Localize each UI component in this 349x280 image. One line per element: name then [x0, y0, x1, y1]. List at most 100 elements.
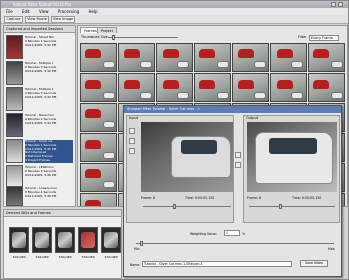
sessions-panel: Captured and Imported Sessions Tutorial …	[3, 25, 76, 207]
session-item[interactable]: Tutorial - Bank.mov 0 Minutes 2 Seconds …	[6, 113, 73, 137]
menu-edit[interactable]: Edit	[22, 9, 30, 14]
slider-knob[interactable]	[173, 204, 176, 209]
frame-thumbnail[interactable]	[80, 103, 117, 132]
tab-bar: Frames Project	[78, 26, 347, 33]
frame-thumbnail[interactable]	[232, 73, 269, 102]
frame-thumbnail[interactable]	[308, 43, 345, 72]
name-label: Name	[130, 263, 140, 267]
sessions-header: Captured and Imported Sessions	[4, 26, 75, 33]
frame-thumbnail[interactable]	[232, 43, 269, 72]
still-thumbnail[interactable]	[101, 227, 121, 253]
weighting-label: Weighting Value:	[190, 232, 217, 236]
session-item[interactable]: Tutorial - Multiple I 0 Minutes 0 Second…	[6, 61, 73, 85]
still-size: 720x480	[12, 255, 26, 259]
output-time: Time: 0:00:00.150	[292, 196, 322, 200]
frame-thumbnail[interactable]	[80, 163, 117, 192]
weighting-min: Min	[134, 247, 140, 251]
session-item[interactable]: Tutorial - Lowers.mov 0 Minutes 4 Second…	[6, 186, 73, 206]
session-thumbnail	[6, 61, 23, 85]
crop-icon[interactable]	[129, 148, 135, 154]
frame-thumbnail[interactable]	[194, 73, 231, 102]
zoom-icon[interactable]	[129, 128, 135, 134]
menu-help[interactable]: Help	[88, 9, 97, 14]
weighting-slider[interactable]	[136, 241, 334, 246]
dialog-title: Sharpen Filter Tutorial - Silver Car.mov…	[124, 106, 341, 113]
close-icon[interactable]	[338, 2, 343, 7]
view-movie-button[interactable]: View Movie	[25, 16, 49, 23]
input-panel: Input Frame: 8 Time: 0:00:00.150	[126, 115, 234, 223]
frame-thumbnail[interactable]	[118, 43, 155, 72]
still-size: 720x480	[58, 255, 72, 259]
capture-button[interactable]: Capture	[4, 16, 23, 23]
session-thumbnail	[6, 186, 23, 206]
session-info: Tutorial - Silver Ca 0 Minutes 1 Seconds…	[25, 139, 73, 163]
still-size: 720x480	[81, 255, 95, 259]
session-thumbnail	[6, 113, 23, 137]
frame-thumbnail[interactable]	[80, 133, 117, 162]
session-item-selected[interactable]: Tutorial - Silver Ca 0 Minutes 1 Seconds…	[6, 139, 73, 163]
output-panel: Output Frame: 8 Time: 0:00:00.150	[243, 115, 340, 223]
output-image[interactable]	[247, 122, 337, 192]
weighting-input[interactable]: 1	[224, 230, 240, 236]
session-info: Tutorial - Bank.mov 0 Minutes 2 Seconds …	[25, 113, 57, 125]
filter-label: Filter	[298, 35, 307, 39]
filter-select[interactable]: Every Frame	[309, 35, 339, 41]
input-image[interactable]	[141, 122, 233, 192]
frame-thumbnail[interactable]	[80, 43, 117, 72]
session-info: Tutorial - Street Nin 0 Minutes 1 Second…	[25, 35, 57, 47]
frames-controls: Thumbnail Size Filter Every Frame	[78, 33, 347, 42]
menu-processing[interactable]: Processing	[58, 9, 79, 14]
menu-file[interactable]: File	[6, 9, 13, 14]
frame-thumbnail[interactable]	[80, 73, 117, 102]
arrow-left-icon[interactable]	[235, 162, 241, 168]
session-item[interactable]: Tutorial - Street Nin 0 Minutes 1 Second…	[6, 35, 73, 59]
output-label: Output	[246, 116, 259, 120]
menu-view[interactable]: View	[39, 9, 49, 14]
session-thumbnail	[6, 35, 23, 59]
slider-knob[interactable]	[279, 204, 282, 209]
session-thumbnail	[6, 139, 23, 163]
still-size: 720x480	[104, 255, 118, 259]
weighting-max: Max	[328, 247, 335, 251]
weighting-unit: %	[242, 232, 246, 236]
stills-panel: Derived Stills and Frames 720x480 720x48…	[3, 209, 122, 279]
slider-knob[interactable]	[112, 35, 115, 40]
output-frame-number: Frame: 8	[247, 196, 262, 200]
thumbnail-size-label: Thumbnail Size	[81, 35, 108, 39]
minimize-icon[interactable]	[331, 2, 336, 7]
session-item[interactable]: Tutorial - Multiple L 0 Minutes 3 Second…	[6, 87, 73, 111]
arrow-right-icon[interactable]	[235, 152, 241, 158]
frame-thumbnail[interactable]	[156, 43, 193, 72]
pan-icon[interactable]	[129, 138, 135, 144]
input-frame-number: Frame: 8	[141, 196, 156, 200]
still-thumbnail[interactable]	[9, 227, 29, 253]
view-image-button[interactable]: View Image	[51, 16, 75, 23]
app-window: Salient Stills VideoFOCUS Pro File Edit …	[0, 0, 349, 280]
input-frame-slider[interactable]	[143, 204, 231, 209]
session-info: Tutorial - Lowers.mov 0 Minutes 4 Second…	[25, 186, 58, 198]
frame-thumbnail[interactable]	[156, 73, 193, 102]
title-bar: Salient Stills VideoFOCUS Pro	[1, 1, 348, 8]
still-thumbnail[interactable]	[78, 227, 98, 253]
input-label: Input	[129, 116, 139, 120]
save-video-button[interactable]: Save Video	[300, 260, 328, 267]
frame-thumbnail[interactable]	[270, 73, 307, 102]
frame-thumbnail[interactable]	[194, 43, 231, 72]
frame-thumbnail[interactable]	[308, 73, 345, 102]
stills-header: Derived Stills and Frames	[4, 210, 121, 217]
frame-thumbnail[interactable]	[80, 193, 117, 206]
input-time: Time: 0:00:00.150	[185, 196, 215, 200]
frame-thumbnail[interactable]	[270, 43, 307, 72]
still-thumbnail[interactable]	[55, 227, 75, 253]
name-input[interactable]: Tutorial - Silver Car.mov-1-Sharpen-1	[142, 261, 292, 267]
menu-bar: File Edit View Processing Help	[1, 8, 348, 15]
toolbar: Capture View Movie View Image	[1, 15, 348, 24]
session-info: Tutorial - Multiple L 0 Minutes 3 Second…	[25, 87, 57, 99]
still-thumbnail[interactable]	[32, 227, 52, 253]
session-info: Tutorial - Multiple I 0 Minutes 0 Second…	[25, 61, 57, 73]
thumbnail-size-slider[interactable]	[108, 35, 178, 40]
output-frame-slider[interactable]	[249, 204, 335, 209]
slider-knob[interactable]	[140, 241, 143, 246]
frame-thumbnail[interactable]	[118, 73, 155, 102]
still-size: 720x480	[35, 255, 49, 259]
